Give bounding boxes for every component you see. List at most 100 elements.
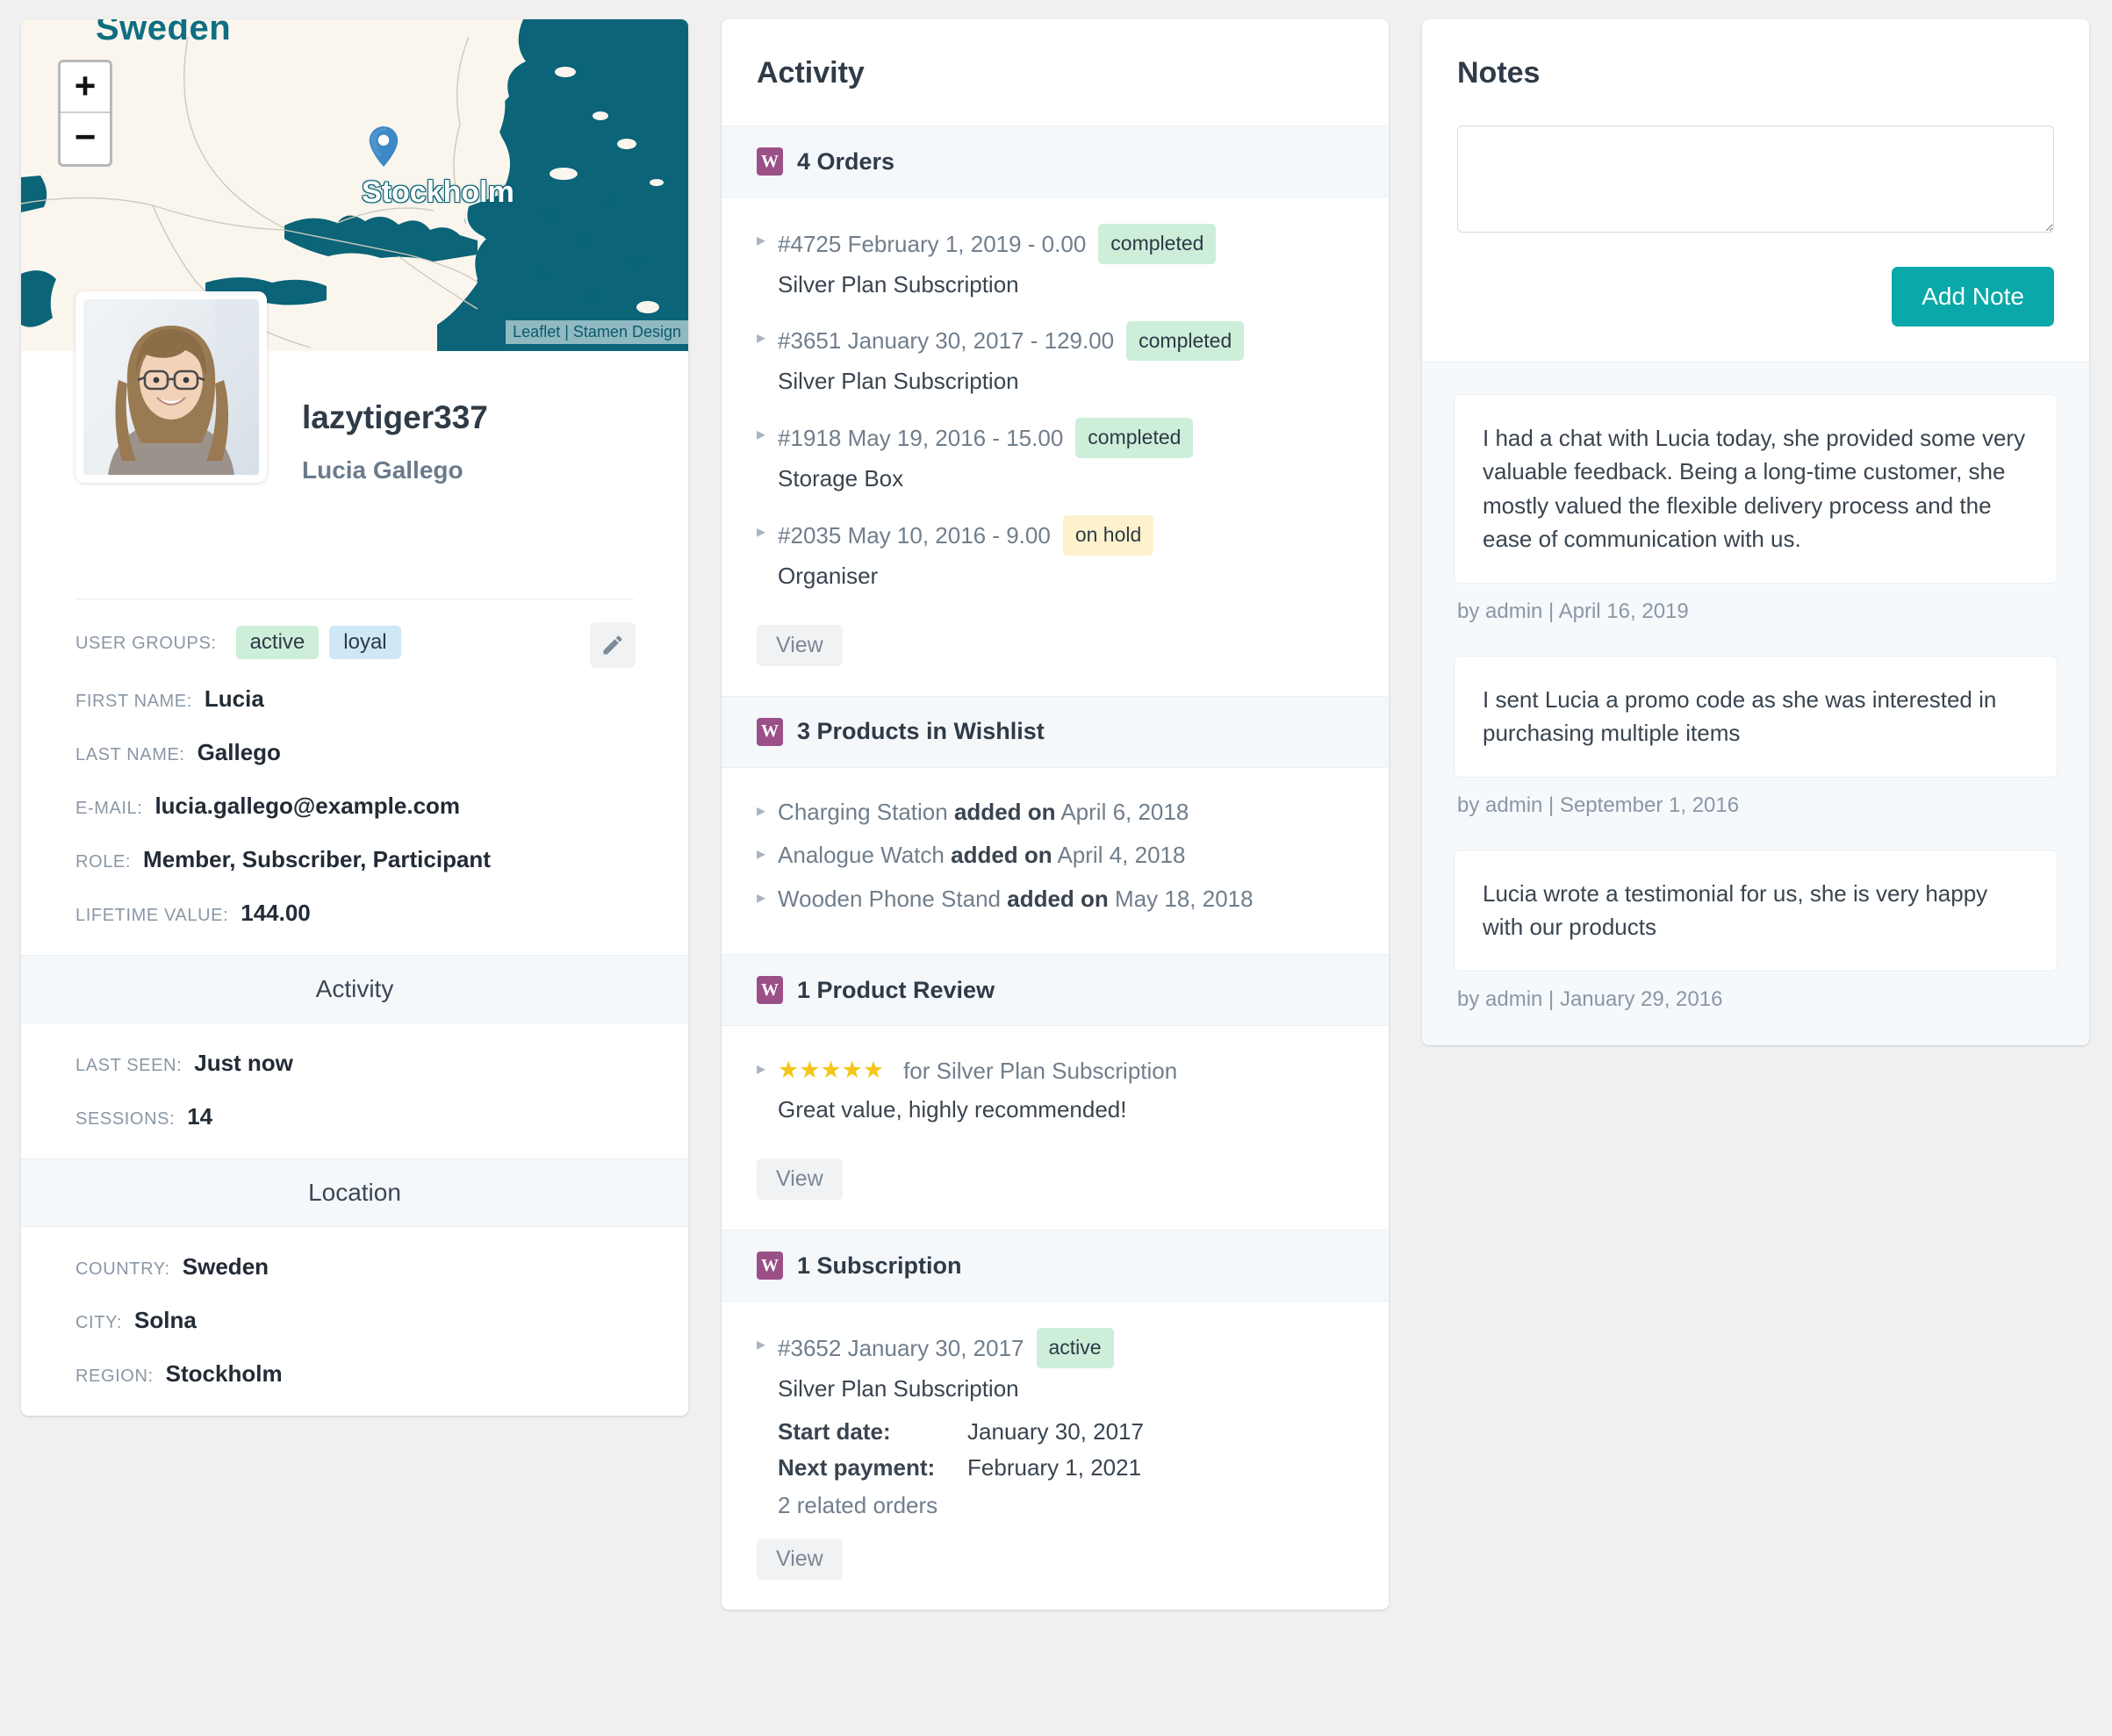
field-value: January 30, 2017 xyxy=(967,1417,1144,1445)
note-item: I had a chat with Lucia today, she provi… xyxy=(1454,394,2058,584)
list-item[interactable]: ▸ #4725 February 1, 2019 - 0.00 complete… xyxy=(757,224,1354,314)
notes-panel-title: Notes xyxy=(1457,56,1541,90)
field-first-name: FIRST NAME: Lucia xyxy=(75,685,634,713)
field-value: February 1, 2021 xyxy=(967,1453,1142,1481)
list-item[interactable]: ▸ #2035 May 10, 2016 - 9.00 on hold Orga… xyxy=(757,514,1354,606)
user-group-tag-loyal[interactable]: loyal xyxy=(329,626,401,659)
notes-card: Notes Add Note I had a chat with Lucia t… xyxy=(1422,19,2089,1045)
list-item[interactable]: ▸ #1918 May 19, 2016 - 15.00 completed S… xyxy=(757,418,1354,508)
field-value: 14 xyxy=(187,1103,213,1130)
list-item[interactable]: ▸ Analogue Watch added on April 4, 2018 xyxy=(757,837,1354,874)
wishlist-connector: added on xyxy=(1007,885,1109,912)
list-item[interactable]: ▸ ★★★★★ for Silver Plan Subscription Gre… xyxy=(757,1052,1354,1139)
note-meta: by admin | April 16, 2019 xyxy=(1457,599,1689,623)
map-zoom-controls[interactable]: + − xyxy=(58,60,112,167)
field-sessions: SESSIONS: 14 xyxy=(75,1103,634,1130)
wishlist-connector: added on xyxy=(953,798,1056,825)
list-item[interactable]: ▸ #3651 January 30, 2017 - 129.00 comple… xyxy=(757,320,1354,412)
woocommerce-icon: W xyxy=(757,1252,783,1280)
field-role: ROLE: Member, Subscriber, Participant xyxy=(75,846,634,873)
order-ref: #1918 May 19, 2016 - 15.00 xyxy=(778,424,1064,451)
wishlist-connector: added on xyxy=(951,842,1052,869)
field-user-groups: USER GROUPS: active loyal xyxy=(75,626,634,659)
field-region: REGION: Stockholm xyxy=(75,1360,634,1388)
subscription-related-orders[interactable]: 2 related orders xyxy=(778,1492,1354,1519)
note-meta: by admin | September 1, 2016 xyxy=(1457,793,1740,817)
user-group-tag-active[interactable]: active xyxy=(235,626,320,659)
orders-body: ▸ #4725 February 1, 2019 - 0.00 complete… xyxy=(722,197,1389,696)
section-header-label: 1 Product Review xyxy=(797,976,995,1003)
wishlist-date: May 18, 2018 xyxy=(1115,885,1254,912)
map-pin-icon xyxy=(369,126,399,167)
order-product: Organiser xyxy=(778,562,879,589)
field-value: lucia.gallego@example.com xyxy=(154,793,461,819)
chevron-right-icon: ▸ xyxy=(757,844,766,864)
section-header-activity: Activity xyxy=(21,955,688,1023)
chevron-right-icon: ▸ xyxy=(757,521,766,542)
review-body-text: Great value, highly recommended! xyxy=(778,1096,1127,1123)
chevron-right-icon: ▸ xyxy=(757,1059,766,1080)
wishlist-product: Analogue Watch xyxy=(778,842,945,869)
field-email: E-MAIL: lucia.gallego@example.com xyxy=(75,793,634,820)
field-value: Lucia xyxy=(204,685,264,712)
status-badge: active xyxy=(1036,1328,1114,1368)
wishlist-product: Charging Station xyxy=(778,798,948,825)
field-label: ROLE: xyxy=(75,852,132,872)
subscription-ref: #3652 January 30, 2017 xyxy=(778,1334,1024,1361)
chevron-right-icon: ▸ xyxy=(757,231,766,250)
avatar xyxy=(75,291,267,483)
field-value: Solna xyxy=(134,1307,197,1333)
user-group-tags: active loyal xyxy=(235,626,401,659)
field-label: LAST NAME: xyxy=(75,745,185,764)
list-item[interactable]: ▸ Charging Station added on April 6, 201… xyxy=(757,794,1354,831)
status-badge: on hold xyxy=(1062,514,1154,556)
order-product: Silver Plan Subscription xyxy=(778,270,1019,298)
field-value: Gallego xyxy=(197,739,281,765)
chevron-right-icon: ▸ xyxy=(757,887,766,907)
map-attribution: Leaflet | Stamen Design xyxy=(506,320,688,344)
wishlist-date: April 4, 2018 xyxy=(1057,842,1186,869)
add-note-button[interactable]: Add Note xyxy=(1892,267,2054,326)
map-attribution-provider-link[interactable]: Stamen Design xyxy=(573,323,681,341)
subscription-body: ▸ #3652 January 30, 2017 active Silver P… xyxy=(722,1302,1389,1610)
chevron-right-icon: ▸ xyxy=(757,425,766,445)
list-item[interactable]: ▸ #3652 January 30, 2017 active Silver P… xyxy=(757,1328,1354,1519)
status-badge: completed xyxy=(1075,418,1194,458)
map-country-label: Sweden xyxy=(94,19,232,49)
woocommerce-icon: W xyxy=(757,147,783,176)
field-value: 144.00 xyxy=(241,900,311,926)
right-column: Notes Add Note I had a chat with Lucia t… xyxy=(1422,19,2089,1045)
profile-location-fields: COUNTRY: Sweden CITY: Solna REGION: Stoc… xyxy=(21,1227,688,1416)
list-item[interactable]: ▸ Wooden Phone Stand added on May 18, 20… xyxy=(757,881,1354,918)
rating-stars-icon: ★★★★★ xyxy=(778,1057,885,1084)
chevron-right-icon: ▸ xyxy=(757,327,766,348)
note-input[interactable] xyxy=(1457,126,2054,233)
section-header-label: 1 Subscription xyxy=(797,1252,962,1279)
field-label: Next payment: xyxy=(778,1453,936,1481)
customer-profile-page: Sweden Stockholm + − Leaflet | Stamen De… xyxy=(0,0,2112,1736)
view-review-button[interactable]: View xyxy=(757,1159,843,1201)
section-header-product-review: W 1 Product Review xyxy=(722,954,1389,1027)
order-product: Silver Plan Subscription xyxy=(778,368,1019,395)
note-meta: by admin | January 29, 2016 xyxy=(1457,986,1723,1011)
section-header-orders: W 4 Orders xyxy=(722,126,1389,197)
view-subscription-button[interactable]: View xyxy=(757,1538,843,1580)
field-label: USER GROUPS: xyxy=(75,634,217,653)
field-value: Member, Subscriber, Participant xyxy=(143,846,491,872)
map-zoom-in-button[interactable]: + xyxy=(61,62,110,113)
field-label: Start date: xyxy=(778,1417,891,1445)
field-label: CITY: xyxy=(75,1313,123,1332)
order-product: Storage Box xyxy=(778,464,904,491)
field-last-name: LAST NAME: Gallego xyxy=(75,739,634,766)
order-ref: #4725 February 1, 2019 - 0.00 xyxy=(778,230,1087,257)
edit-profile-button[interactable] xyxy=(590,622,636,668)
order-ref: #3651 January 30, 2017 - 129.00 xyxy=(778,327,1115,355)
review-body: ▸ ★★★★★ for Silver Plan Subscription Gre… xyxy=(722,1026,1389,1230)
view-orders-button[interactable]: View xyxy=(757,624,843,666)
map-zoom-out-button[interactable]: − xyxy=(61,113,110,164)
map-attribution-leaflet-link[interactable]: Leaflet xyxy=(513,323,560,341)
activity-panel-title: Activity xyxy=(757,56,865,90)
section-header-label: 3 Products in Wishlist xyxy=(797,718,1045,745)
section-header-wishlist: W 3 Products in Wishlist xyxy=(722,695,1389,768)
field-label: REGION: xyxy=(75,1367,154,1386)
